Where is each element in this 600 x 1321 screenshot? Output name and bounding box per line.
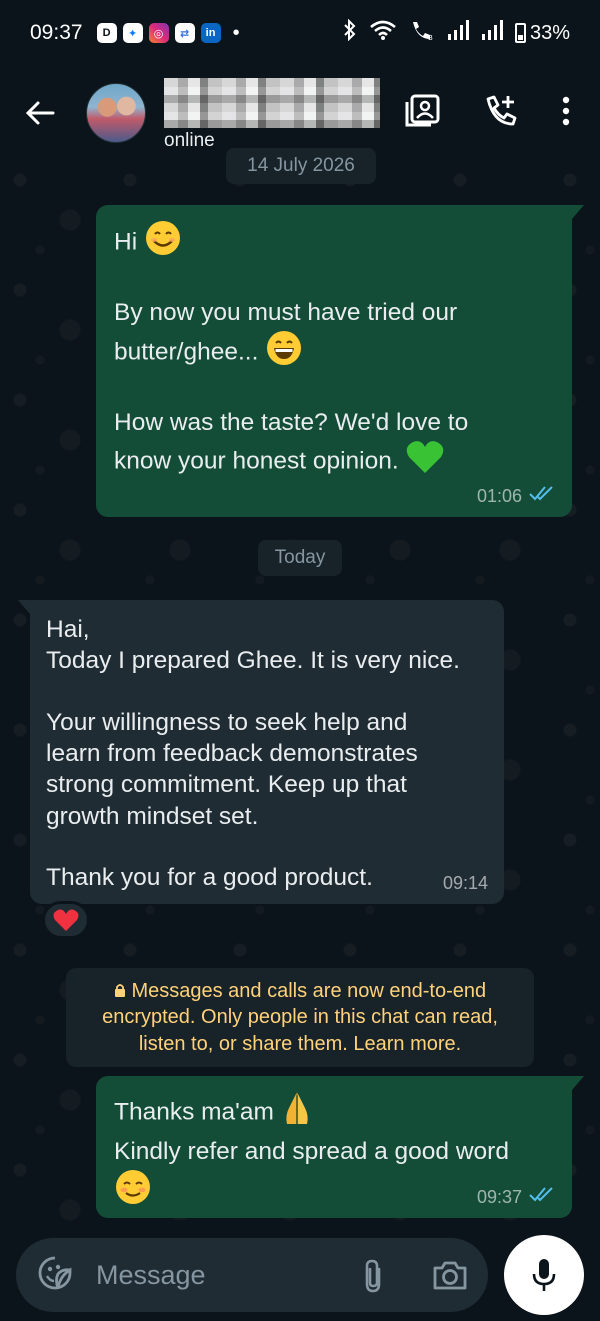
contact-name-redacted [164,78,380,128]
message-line: Kindly refer and spread a good word [114,1137,509,1165]
message-meta: 09:14 [443,872,488,896]
bluetooth-transfer-icon: ⇄ [174,23,195,43]
notice-line: encrypted. Only people in this chat can … [102,1006,498,1029]
attach-paperclip-icon[interactable] [362,1259,384,1298]
green-heart-emoji-icon [405,439,445,485]
wifi-calling-icon: B [409,19,435,47]
avatar[interactable] [86,83,146,143]
message-line: By now you must have tried our [114,298,458,326]
notice-line: listen to, or share them. Learn more. [138,1032,462,1055]
message-composer: Message [0,1230,600,1321]
add-call-icon[interactable] [484,94,518,133]
message-line: Today I prepared Ghee. It is very nice. [46,647,460,675]
outgoing-message-bubble[interactable]: Hi By now you must have tried our butter… [96,205,584,517]
smiling-blush-emoji-icon [114,1168,152,1216]
message-input[interactable]: Message [16,1238,488,1312]
message-placeholder: Message [96,1259,206,1290]
message-time: 09:37 [476,1186,522,1207]
reaction-badge[interactable] [42,901,90,939]
grinning-face-emoji-icon [265,329,303,377]
chat-area[interactable]: 14 July 2026 Hi By now you must have tri… [0,148,600,1230]
arrow-left-icon [25,101,55,125]
message-time: 09:14 [442,873,488,894]
chat-header: online [0,66,600,160]
message-line: Hi [114,219,554,267]
status-time: 09:37 [30,21,83,44]
message-line: Hai, [46,616,90,643]
message-time: 01:06 [476,485,522,506]
microphone-icon [532,1259,556,1291]
message-line: butter/ghee... [114,329,554,377]
double-check-read-icon [528,1185,556,1210]
outgoing-message-bubble[interactable]: Thanks ma'am Kindly refer and spread a g… [96,1076,584,1218]
date-chip: Today [258,540,342,576]
red-heart-icon [53,909,79,931]
back-button[interactable] [22,95,58,131]
date-chip: 14 July 2026 [226,148,376,184]
message-meta: 09:37 [477,1185,556,1210]
message-meta: 01:06 [477,484,556,509]
incoming-message-bubble[interactable]: Hai, Today I prepared Ghee. It is very n… [18,600,504,904]
folded-hands-emoji-icon [281,1090,313,1136]
notification-icons: D ✦ ◎ ⇄ in • [96,21,240,45]
double-check-read-icon [528,484,556,509]
signal-1-icon [447,20,469,46]
status-right: B 33% [343,18,570,47]
camera-icon[interactable] [432,1259,468,1296]
battery-icon [514,23,526,43]
voice-message-button[interactable] [504,1235,584,1315]
sticker-icon[interactable] [38,1256,72,1295]
status-bar: 09:37 D ✦ ◎ ⇄ in • B 33% [0,0,600,66]
message-line: know your honest opinion. [114,439,554,485]
contact-info[interactable]: online [164,73,380,153]
message-line: Thanks ma'am [114,1090,554,1136]
message-line: Your willingness to seek help and [46,708,408,736]
linkedin-icon: in [200,23,221,43]
wifi-icon [369,19,397,47]
message-line: strong commitment. Keep up that [46,771,407,799]
bluetooth-icon [343,18,357,47]
more-options-icon[interactable] [562,96,570,131]
instagram-icon: ◎ [148,23,169,43]
battery-percent: 33% [529,21,570,44]
message-line: learn from feedback demonstrates [46,740,418,768]
messenger-icon: ✦ [122,23,143,43]
smiling-face-emoji-icon [144,219,182,267]
message-line: Thank you for a good product. [46,864,373,892]
lock-icon [114,980,132,1002]
signal-2-icon [481,20,503,46]
message-line: growth mindset set. [46,802,259,830]
header-actions [404,94,578,133]
contact-card-icon[interactable] [404,94,440,133]
encryption-notice[interactable]: Messages and calls are now end-to-end en… [66,968,534,1068]
message-line: How was the taste? We'd love to [114,408,469,436]
battery: 33% [514,21,570,45]
svg-text:B: B [428,34,433,41]
payment-app-icon: D [96,23,117,43]
notice-line: Messages and calls are now end-to-end [80,978,520,1004]
more-notifications-dot-icon: • [232,21,240,44]
